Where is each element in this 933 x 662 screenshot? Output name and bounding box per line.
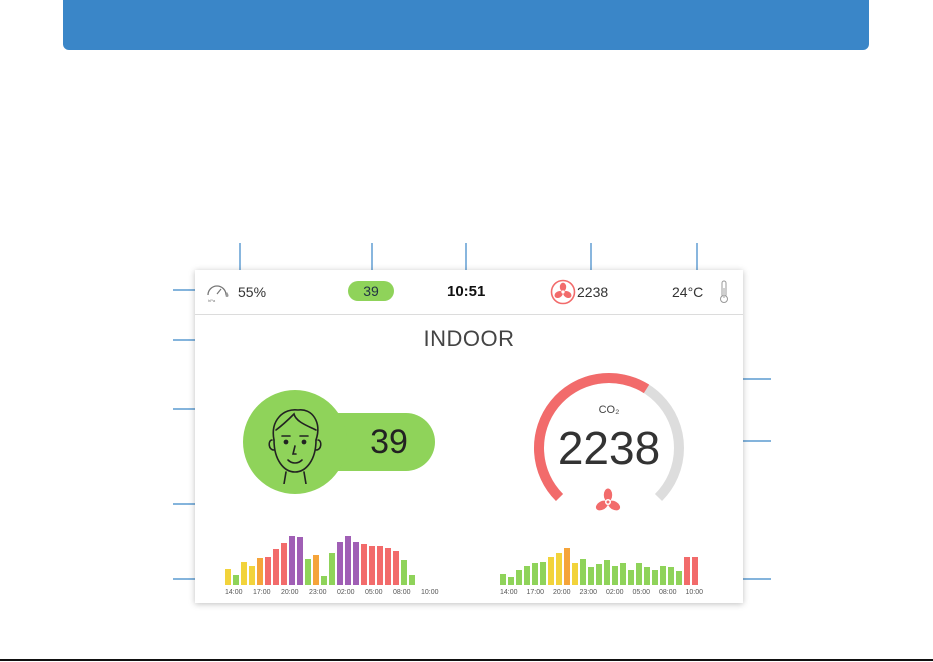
history-tick-label: 02:00 (337, 589, 355, 596)
history-tick-label: 08:00 (393, 589, 411, 596)
fan-icon (595, 488, 621, 511)
history-bar (345, 536, 351, 585)
status-bar: hPa 55% 39 10:51 2238 24°C (195, 270, 743, 315)
history-ticks-right: 14:00 17:00 20:00 23:00 02:00 05:00 08:00 10:00 (500, 589, 712, 596)
index-pill: 39 (348, 281, 394, 301)
history-bar (393, 551, 399, 585)
history-bar (500, 574, 506, 585)
history-tick-label: 17:00 (526, 589, 545, 596)
history-bar (233, 575, 239, 585)
history-bar (369, 546, 375, 585)
history-bar (596, 564, 602, 585)
indoor-title: INDOOR (423, 326, 515, 351)
history-bar (572, 563, 578, 585)
history-tick-label: 05:00 (632, 589, 651, 596)
history-bar (409, 575, 415, 585)
history-bar (281, 543, 287, 585)
thermometer-icon (720, 280, 728, 303)
history-bar (540, 562, 546, 585)
history-bar (636, 563, 642, 585)
history-bar (241, 562, 247, 585)
history-bar (620, 563, 626, 585)
bottom-rule (0, 659, 933, 661)
history-bar (257, 558, 263, 585)
history-ticks-left: 14:00 17:00 20:00 23:00 02:00 05:00 08:00 10:00 (225, 589, 449, 596)
history-bar (564, 548, 570, 585)
history-bar (676, 571, 682, 585)
history-bar (684, 557, 690, 585)
fan-alert-icon (550, 279, 576, 305)
history-bar (297, 537, 303, 585)
history-bar (580, 559, 586, 585)
history-bar (660, 566, 666, 585)
history-bar (337, 542, 343, 585)
humidity-value: 55% (238, 284, 267, 300)
history-tick-label: 14:00 (500, 589, 518, 596)
history-tick-label: 02:00 (606, 589, 624, 596)
history-bar (604, 560, 610, 585)
history-bar (628, 570, 634, 585)
history-chart-left (225, 528, 417, 585)
co2-label: CO₂ (598, 404, 620, 416)
history-bar (401, 560, 407, 585)
history-bar (652, 570, 658, 585)
history-bar (508, 577, 514, 585)
history-bar (668, 567, 674, 585)
history-tick-label: 23:00 (309, 589, 327, 596)
history-bar (361, 544, 367, 585)
history-tick-label: 14:00 (225, 589, 243, 596)
history-tick-label: 10:00 (421, 589, 439, 596)
history-bar (321, 576, 327, 585)
face-icon (268, 409, 322, 484)
temperature-value: 24°C (672, 284, 704, 300)
history-bar (588, 567, 594, 585)
history-tick-label: 17:00 (253, 589, 271, 596)
co2-value: 2238 (557, 422, 661, 474)
history-bar (273, 549, 279, 585)
history-bar (225, 569, 231, 585)
pressure-gauge-icon: hPa (207, 285, 229, 303)
history-tick-label: 05:00 (365, 589, 383, 596)
history-bar (353, 542, 359, 585)
indoor-display-panel: hPa 55% 39 10:51 2238 24°C INDOOR 39 CO₂… (195, 270, 743, 603)
co2-status-value: 2238 (577, 284, 609, 300)
history-bar (548, 557, 554, 585)
history-chart-right (500, 536, 700, 585)
history-bar (289, 536, 295, 585)
history-bar (644, 567, 650, 585)
gauge-caption: hPa (208, 298, 216, 303)
history-bar (305, 559, 311, 585)
history-bar (556, 553, 562, 585)
history-tick-label: 20:00 (553, 589, 571, 596)
history-bar (692, 557, 698, 585)
history-bar (329, 553, 335, 585)
history-bar (524, 566, 530, 585)
history-bar (612, 566, 618, 585)
history-bar (313, 555, 319, 585)
history-tick-label: 08:00 (659, 589, 677, 596)
history-tick-label: 20:00 (281, 589, 299, 596)
history-bar (249, 566, 255, 585)
comfort-face-badge (243, 390, 347, 494)
history-bar (532, 563, 538, 585)
clock: 10:51 (447, 283, 486, 300)
history-bar (265, 557, 271, 585)
comfort-index-value: 39 (370, 423, 408, 461)
history-bar (385, 548, 391, 585)
history-tick-label: 10:00 (685, 589, 704, 596)
history-bar (516, 570, 522, 585)
history-bar (377, 546, 383, 585)
history-tick-label: 23:00 (579, 589, 598, 596)
